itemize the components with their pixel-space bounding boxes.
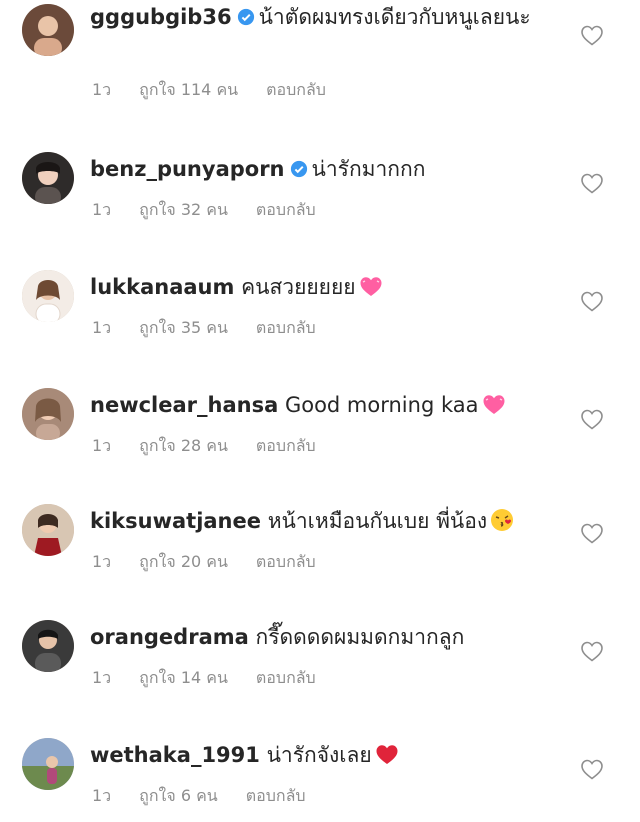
like-heart-icon[interactable] xyxy=(580,522,604,544)
comment-text: น่ารักจังเลย xyxy=(266,743,372,767)
comment-line: wethaka_1991 น่ารักจังเลย xyxy=(90,740,570,770)
username[interactable]: newclear_hansa xyxy=(90,393,278,417)
comment-line: gggubgib36 น้าตัดผมทรงเดียวกับหนูเลยนะ xyxy=(90,2,570,32)
username[interactable]: benz_punyaporn xyxy=(90,157,285,181)
reply-button[interactable]: ตอบกลับ xyxy=(256,318,316,337)
comment-item: lukkanaaum คนสวยยยยย 1ว ถูกใจ 35 คน ตอบกลั… xyxy=(0,268,640,348)
reply-button[interactable]: ตอบกลับ xyxy=(256,552,316,571)
comment-line: lukkanaaum คนสวยยยยย xyxy=(90,272,570,302)
like-heart-icon[interactable] xyxy=(580,24,604,46)
comment-text: น้าตัดผมทรงเดียวกับหนูเลยนะ xyxy=(258,5,531,29)
avatar[interactable] xyxy=(22,620,74,672)
comment-line: newclear_hansa Good morning kaa xyxy=(90,390,570,420)
reply-button[interactable]: ตอบกลับ xyxy=(266,80,326,99)
reply-button[interactable]: ตอบกลับ xyxy=(256,668,316,687)
kissing-face-icon xyxy=(491,509,514,531)
comment-meta: 1ว ถูกใจ 35 คน ตอบกลับ xyxy=(92,318,344,338)
like-count[interactable]: ถูกใจ 32 คน xyxy=(139,200,228,219)
reply-button[interactable]: ตอบกลับ xyxy=(256,436,316,455)
verified-badge-icon xyxy=(290,160,307,178)
comment-time: 1ว xyxy=(92,552,112,571)
comment-meta: 1ว ถูกใจ 20 คน ตอบกลับ xyxy=(92,552,344,572)
reply-button[interactable]: ตอบกลับ xyxy=(256,200,316,219)
like-count[interactable]: ถูกใจ 28 คน xyxy=(139,436,228,455)
like-heart-icon[interactable] xyxy=(580,758,604,780)
comment-item: newclear_hansa Good morning kaa 1ว ถูกใจ … xyxy=(0,386,640,466)
comment-line: orangedrama กรี๊ดดดดผมมดกมากลูก xyxy=(90,622,570,652)
avatar[interactable] xyxy=(22,388,74,440)
comment-item: orangedrama กรี๊ดดดดผมมดกมากลูก 1ว ถูกใจ … xyxy=(0,618,640,698)
avatar[interactable] xyxy=(22,738,74,790)
comment-text: Good morning kaa xyxy=(284,393,479,417)
comment-list: gggubgib36 น้าตัดผมทรงเดียวกับหนูเลยนะ 1ว… xyxy=(0,0,640,822)
avatar[interactable] xyxy=(22,152,74,204)
comment-meta: 1ว ถูกใจ 14 คน ตอบกลับ xyxy=(92,668,344,688)
comment-text: คนสวยยยยย xyxy=(241,275,356,299)
username[interactable]: lukkanaaum xyxy=(90,275,234,299)
comment-time: 1ว xyxy=(92,668,112,687)
verified-badge-icon xyxy=(237,8,254,26)
comment-meta: 1ว ถูกใจ 32 คน ตอบกลับ xyxy=(92,200,344,220)
comment-item: wethaka_1991 น่ารักจังเลย 1ว ถูกใจ 6 คน ตอ… xyxy=(0,736,640,822)
like-heart-icon[interactable] xyxy=(580,172,604,194)
username[interactable]: wethaka_1991 xyxy=(90,743,260,767)
comment-line: kiksuwatjanee หน้าเหมือนกันเบย พี่น้อง xyxy=(90,506,570,536)
comment-time: 1ว xyxy=(92,786,112,805)
comment-meta: 1ว ถูกใจ 114 คน ตอบกลับ xyxy=(92,80,354,100)
comment-meta: 1ว ถูกใจ 28 คน ตอบกลับ xyxy=(92,436,344,456)
comment-text: หน้าเหมือนกันเบย พี่น้อง xyxy=(267,509,488,533)
like-count[interactable]: ถูกใจ 20 คน xyxy=(139,552,228,571)
comment-time: 1ว xyxy=(92,318,112,337)
like-count[interactable]: ถูกใจ 35 คน xyxy=(139,318,228,337)
like-heart-icon[interactable] xyxy=(580,290,604,312)
comment-text: กรี๊ดดดดผมมดกมากลูก xyxy=(255,625,465,649)
comment-time: 1ว xyxy=(92,200,112,219)
red-heart-icon xyxy=(376,745,398,764)
username[interactable]: kiksuwatjanee xyxy=(90,509,261,533)
comment-item: benz_punyaporn น่ารักมากกก 1ว ถูกใจ 32 คน ต… xyxy=(0,150,640,230)
comment-time: 1ว xyxy=(92,80,112,99)
username[interactable]: orangedrama xyxy=(90,625,249,649)
comment-time: 1ว xyxy=(92,436,112,455)
username[interactable]: gggubgib36 xyxy=(90,5,232,29)
pink-heart-icon xyxy=(483,395,504,414)
avatar[interactable] xyxy=(22,270,74,322)
like-count[interactable]: ถูกใจ 114 คน xyxy=(139,80,238,99)
reply-button[interactable]: ตอบกลับ xyxy=(246,786,306,805)
comment-item: gggubgib36 น้าตัดผมทรงเดียวกับหนูเลยนะ 1ว… xyxy=(0,0,640,118)
comment-text: น่ารักมากกก xyxy=(311,157,426,181)
avatar[interactable] xyxy=(22,504,74,556)
comment-item: kiksuwatjanee หน้าเหมือนกันเบย พี่น้อง 1… xyxy=(0,502,640,582)
like-count[interactable]: ถูกใจ 14 คน xyxy=(139,668,228,687)
comment-line: benz_punyaporn น่ารักมากกก xyxy=(90,154,570,184)
avatar[interactable] xyxy=(22,4,74,56)
like-count[interactable]: ถูกใจ 6 คน xyxy=(139,786,218,805)
like-heart-icon[interactable] xyxy=(580,640,604,662)
pink-heart-icon xyxy=(360,277,382,296)
comment-meta: 1ว ถูกใจ 6 คน ตอบกลับ xyxy=(92,786,334,806)
like-heart-icon[interactable] xyxy=(580,408,604,430)
